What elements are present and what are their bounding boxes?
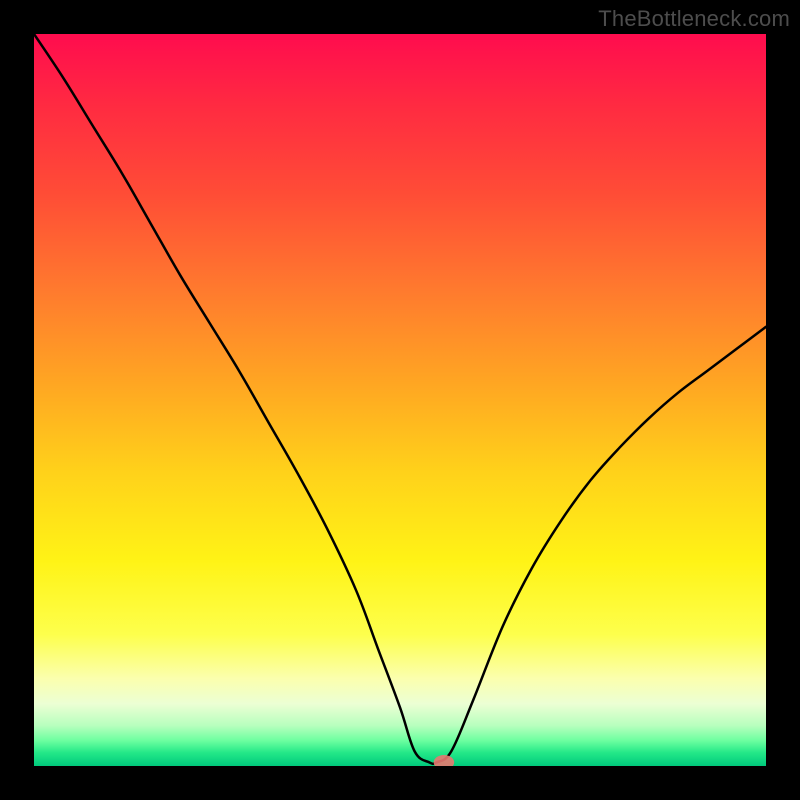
attribution-text: TheBottleneck.com — [598, 6, 790, 32]
outer-frame: TheBottleneck.com — [0, 0, 800, 800]
gradient-background — [34, 34, 766, 766]
bottleneck-chart — [34, 34, 766, 766]
